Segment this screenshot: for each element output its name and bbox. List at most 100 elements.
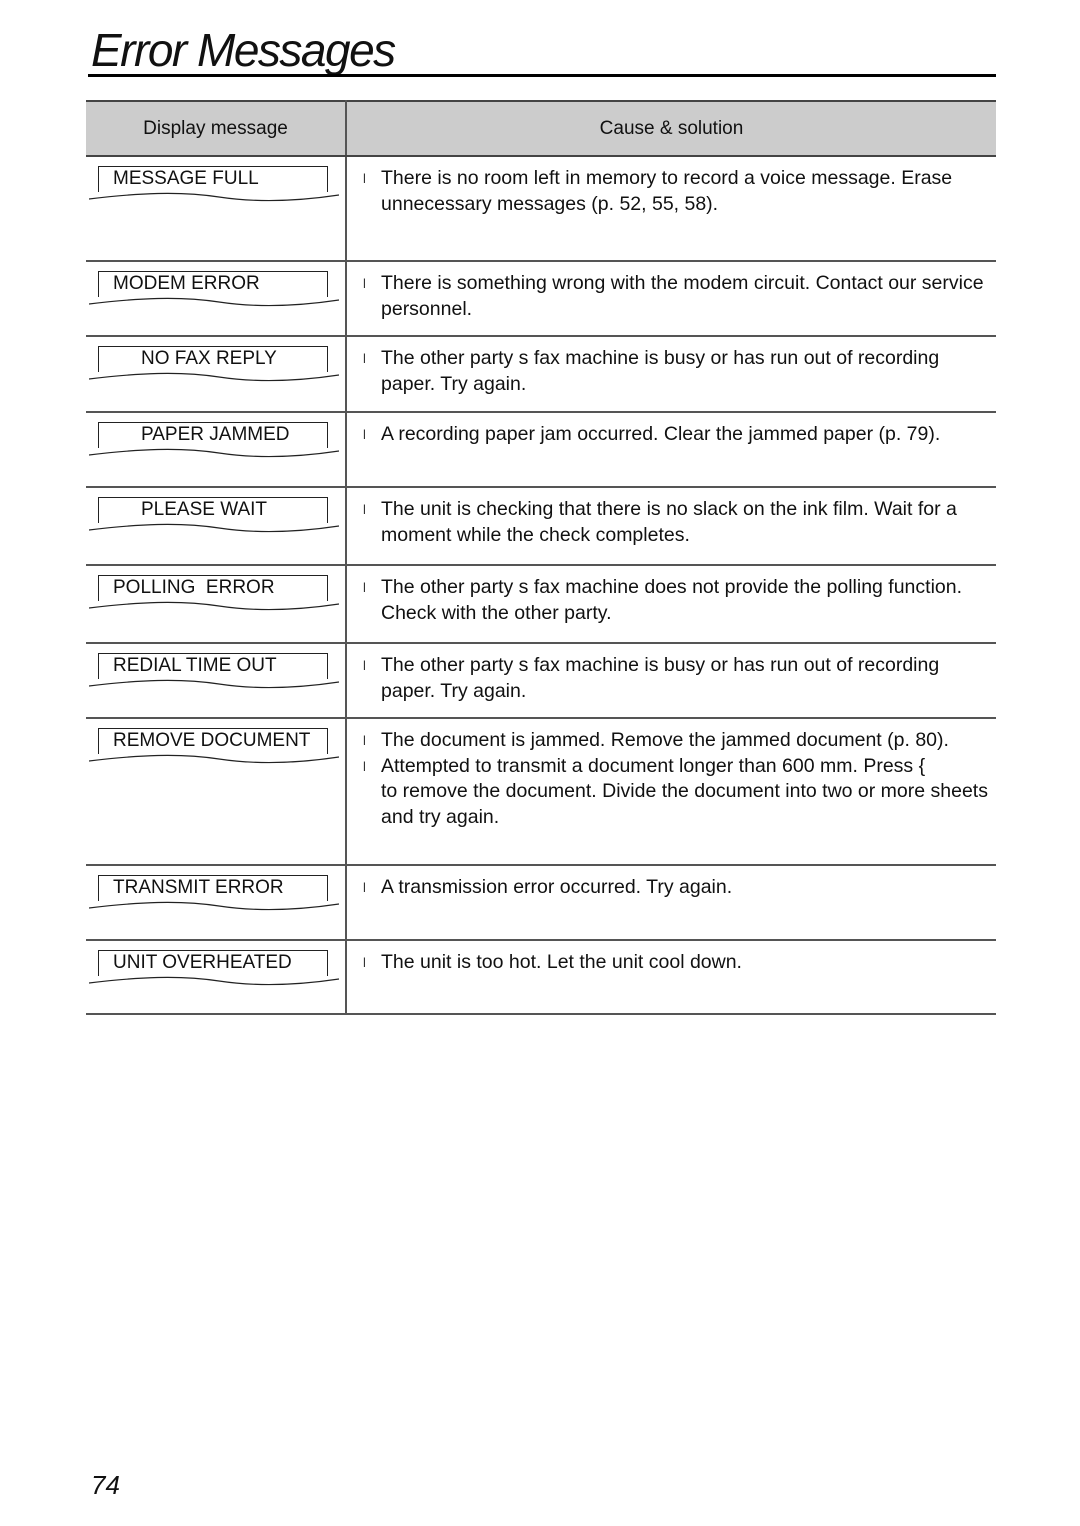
cause-item: l The other party s fax machine is busy o…	[363, 346, 988, 397]
cause-solution-cell: l The document is jammed. Remove the jamm…	[346, 718, 996, 866]
table-row: REMOVE DOCUMENT l The document is jammed. …	[86, 718, 996, 866]
cause-solution-cell: l The other party s fax machine does not …	[346, 565, 996, 644]
display-message-text: TRANSMIT ERROR	[113, 877, 284, 898]
lcd-display-box: TRANSMIT ERROR	[89, 875, 339, 911]
torn-edge-wave	[89, 448, 339, 458]
lcd-display-box: REMOVE DOCUMENT	[89, 728, 339, 764]
torn-edge-wave	[89, 976, 339, 986]
cause-item: l Attempted to transmit a document longer…	[363, 754, 988, 831]
bullet-icon: l	[363, 276, 366, 291]
lcd-display-box: NO FAX REPLY	[89, 346, 339, 382]
display-message-cell: TRANSMIT ERROR	[86, 865, 347, 941]
bullet-icon: l	[363, 880, 366, 895]
page-title: Error Messages	[91, 24, 396, 76]
cause-text: The unit is checking that there is no sl…	[381, 498, 963, 546]
cause-solution-cell: l A transmission error occurred. Try agai…	[346, 865, 996, 941]
bullet-icon: l	[363, 580, 366, 595]
torn-edge-wave	[89, 523, 339, 533]
cause-text: Attempted to transmit a document longer …	[381, 754, 994, 828]
cause-text: There is no room left in memory to recor…	[381, 167, 958, 215]
display-message-text: UNIT OVERHEATED	[113, 952, 292, 973]
lcd-display-box: REDIAL TIME OUT	[89, 653, 339, 689]
display-message-text: REMOVE DOCUMENT	[113, 730, 311, 751]
bullet-icon: l	[363, 171, 366, 186]
display-message-cell: NO FAX REPLY	[86, 336, 347, 413]
cause-text: There is something wrong with the modem …	[381, 272, 989, 320]
bullet-icon: l	[363, 351, 366, 366]
table-row: MESSAGE FULL l There is no room left in me…	[86, 156, 996, 262]
torn-edge-wave	[89, 372, 339, 382]
cause-text: The document is jammed. Remove the jamme…	[381, 729, 949, 751]
torn-edge-wave	[89, 754, 339, 764]
torn-edge-wave	[89, 901, 339, 911]
display-message-cell: POLLING ERROR	[86, 565, 347, 644]
table-row: NO FAX REPLY l The other party s fax machi…	[86, 336, 996, 413]
lcd-display-box: PAPER JAMMED	[89, 422, 339, 458]
display-message-cell: UNIT OVERHEATED	[86, 940, 347, 1015]
cause-item: l There is something wrong with the modem…	[363, 271, 988, 322]
table-row: MODEM ERROR l There is something wrong wit…	[86, 261, 996, 337]
cause-solution-cell: l The other party s fax machine is busy o…	[346, 643, 996, 719]
table-row: POLLING ERROR l The other party s fax mach…	[86, 565, 996, 644]
bullet-icon: l	[363, 427, 366, 442]
cause-item: l The other party s fax machine does not …	[363, 575, 988, 626]
torn-edge-wave	[89, 297, 339, 307]
torn-edge-wave	[89, 679, 339, 689]
bullet-icon: l	[363, 955, 366, 970]
table-row: TRANSMIT ERROR l A transmission error occu…	[86, 865, 996, 941]
lcd-display-box: MODEM ERROR	[89, 271, 339, 307]
lcd-display-box: MESSAGE FULL	[89, 166, 339, 202]
cause-solution-cell: l The unit is checking that there is no s…	[346, 487, 996, 566]
cause-solution-cell: l There is something wrong with the modem…	[346, 261, 996, 337]
lcd-display-box: POLLING ERROR	[89, 575, 339, 611]
cause-item: l A recording paper jam occurred. Clear t…	[363, 422, 988, 448]
header-cause-solution: Cause & solution	[346, 100, 996, 157]
display-message-text: PAPER JAMMED	[141, 424, 290, 445]
lcd-display-box: PLEASE WAIT	[89, 497, 339, 533]
display-message-cell: MODEM ERROR	[86, 261, 347, 337]
lcd-display-box: UNIT OVERHEATED	[89, 950, 339, 986]
cause-solution-cell: l There is no room left in memory to reco…	[346, 156, 996, 262]
display-message-text: PLEASE WAIT	[141, 499, 267, 520]
table-row: PAPER JAMMED l A recording paper jam occur…	[86, 412, 996, 488]
display-message-text: MESSAGE FULL	[113, 168, 259, 189]
cause-item: l The other party s fax machine is busy o…	[363, 653, 988, 704]
bullet-icon: l	[363, 502, 366, 517]
display-message-cell: PAPER JAMMED	[86, 412, 347, 488]
torn-edge-wave	[89, 601, 339, 611]
display-message-text: NO FAX REPLY	[141, 348, 277, 369]
bullet-icon: l	[363, 658, 366, 673]
bullet-icon: l	[363, 733, 366, 748]
error-messages-table: Display message Cause & solution MESSAGE…	[86, 100, 996, 1015]
header-display-message: Display message	[86, 100, 347, 157]
cause-solution-cell: l The other party s fax machine is busy o…	[346, 336, 996, 413]
cause-text: The other party s fax machine is busy or…	[381, 347, 945, 395]
display-message-text: POLLING ERROR	[113, 577, 275, 598]
cause-text: A transmission error occurred. Try again…	[381, 876, 733, 898]
cause-item: l The unit is too hot. Let the unit cool …	[363, 950, 988, 976]
table-row: PLEASE WAIT l The unit is checking that th…	[86, 487, 996, 566]
cause-item: l The document is jammed. Remove the jamm…	[363, 728, 988, 754]
title-rule	[88, 74, 996, 77]
table-row: REDIAL TIME OUT l The other party s fax ma…	[86, 643, 996, 719]
cause-text: A recording paper jam occurred. Clear th…	[381, 423, 941, 445]
cause-item: l There is no room left in memory to reco…	[363, 166, 988, 217]
cause-item: l The unit is checking that there is no s…	[363, 497, 988, 548]
cause-text: The unit is too hot. Let the unit cool d…	[381, 951, 742, 973]
cause-solution-cell: l A recording paper jam occurred. Clear t…	[346, 412, 996, 488]
display-message-cell: MESSAGE FULL	[86, 156, 347, 262]
torn-edge-wave	[89, 192, 339, 202]
table-header-row: Display message Cause & solution	[86, 100, 996, 157]
cause-solution-cell: l The unit is too hot. Let the unit cool …	[346, 940, 996, 1015]
display-message-text: MODEM ERROR	[113, 273, 260, 294]
bullet-icon: l	[363, 758, 366, 774]
display-message-text: REDIAL TIME OUT	[113, 655, 277, 676]
cause-text: The other party s fax machine is busy or…	[381, 654, 945, 702]
table-body: MESSAGE FULL l There is no room left in me…	[86, 156, 996, 1015]
cause-text: The other party s fax machine does not p…	[381, 576, 968, 624]
display-message-cell: REMOVE DOCUMENT	[86, 718, 347, 866]
display-message-cell: REDIAL TIME OUT	[86, 643, 347, 719]
display-message-cell: PLEASE WAIT	[86, 487, 347, 566]
cause-item: l A transmission error occurred. Try agai…	[363, 875, 988, 901]
page-number: 74	[91, 1470, 120, 1500]
